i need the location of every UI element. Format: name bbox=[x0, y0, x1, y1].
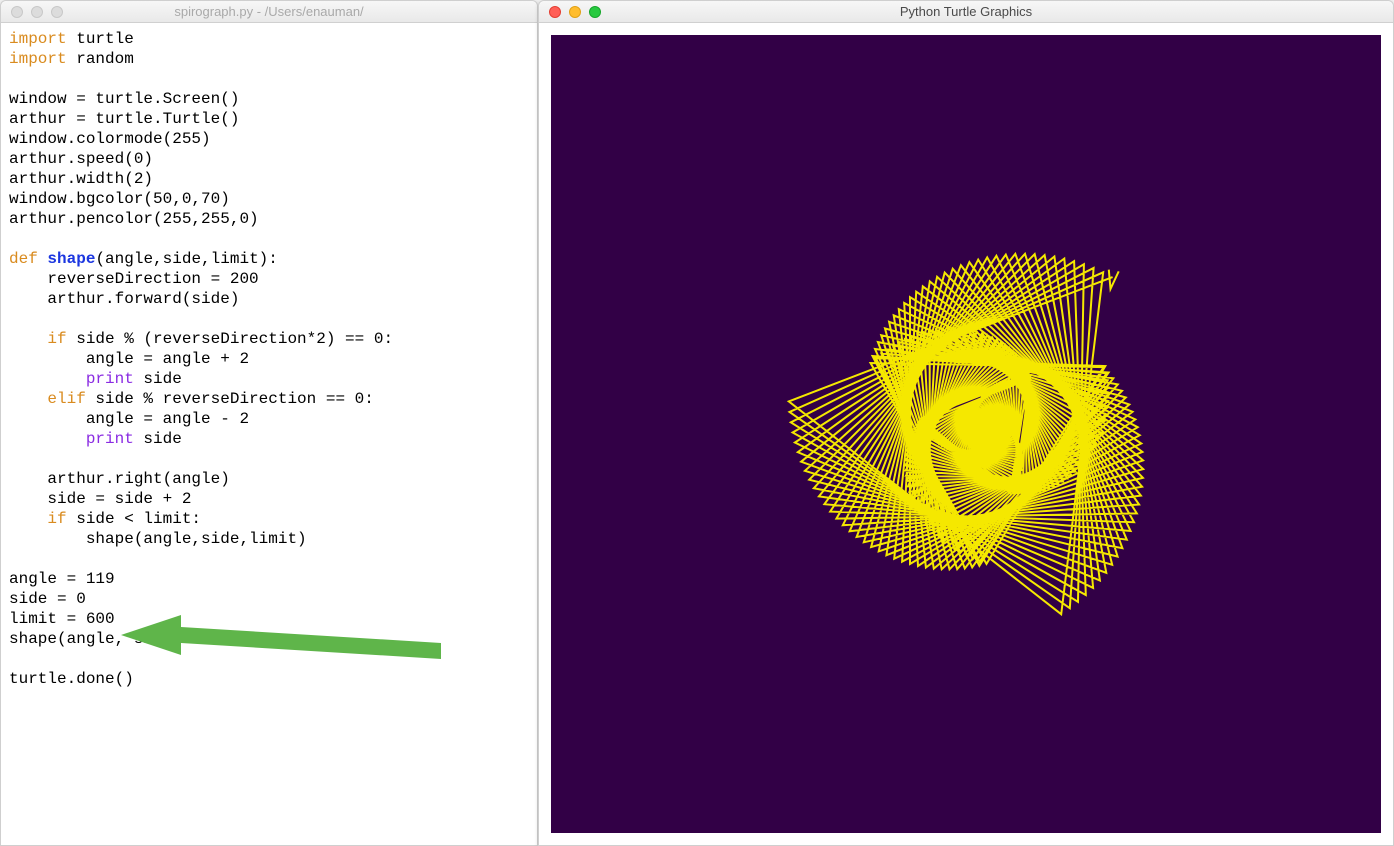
turtle-graphics-window: Python Turtle Graphics bbox=[538, 0, 1394, 846]
code-editor-content[interactable]: import turtle import random window = tur… bbox=[1, 23, 537, 845]
turtle-traffic-lights bbox=[539, 6, 601, 18]
turtle-title: Python Turtle Graphics bbox=[539, 4, 1393, 19]
turtle-canvas bbox=[551, 35, 1381, 833]
editor-traffic-lights bbox=[1, 6, 63, 18]
close-icon[interactable] bbox=[11, 6, 23, 18]
minimize-icon[interactable] bbox=[31, 6, 43, 18]
close-icon[interactable] bbox=[549, 6, 561, 18]
zoom-icon[interactable] bbox=[51, 6, 63, 18]
code-editor-window: spirograph.py - /Users/enauman/ import t… bbox=[0, 0, 538, 846]
editor-titlebar[interactable]: spirograph.py - /Users/enauman/ bbox=[1, 1, 537, 23]
turtle-canvas-wrap bbox=[539, 23, 1393, 845]
minimize-icon[interactable] bbox=[569, 6, 581, 18]
editor-title: spirograph.py - /Users/enauman/ bbox=[1, 4, 537, 19]
turtle-titlebar[interactable]: Python Turtle Graphics bbox=[539, 1, 1393, 23]
zoom-icon[interactable] bbox=[589, 6, 601, 18]
